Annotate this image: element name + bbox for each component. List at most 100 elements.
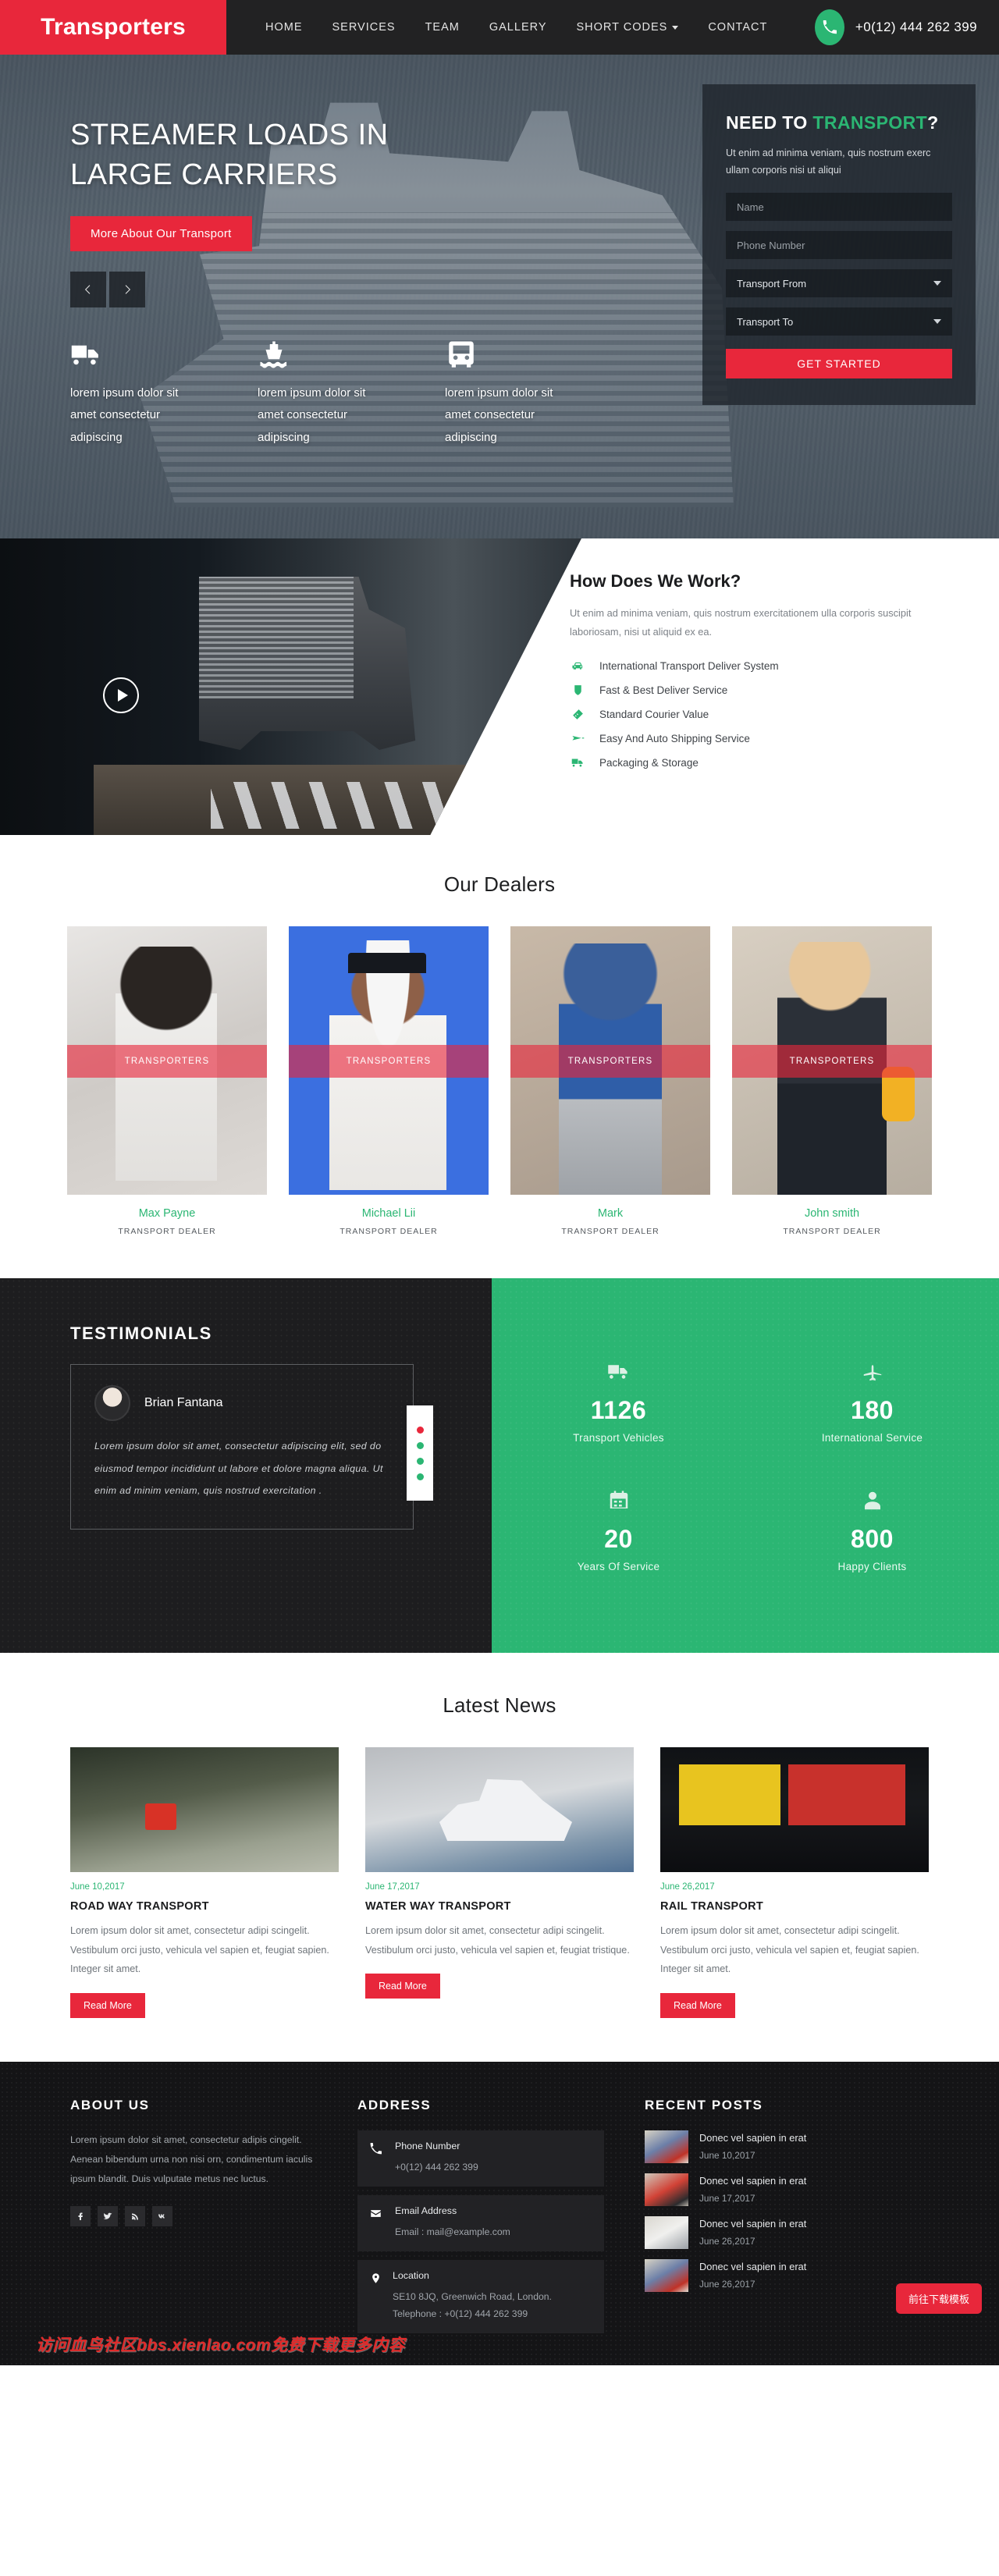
play-icon — [117, 689, 128, 702]
hero-feature-truck-text: lorem ipsum dolor sit amet consectetur a… — [70, 386, 179, 444]
dealer-card[interactable]: TRANSPORTERS Michael Lii TRANSPORT DEALE… — [289, 926, 489, 1236]
footer-post-title: Donec vel sapien in erat — [699, 2218, 807, 2230]
footer-post-item[interactable]: Donec vel sapien in erat June 26,2017 — [645, 2258, 918, 2292]
news-excerpt: Lorem ipsum dolor sit amet, consectetur … — [660, 1925, 919, 1975]
nav-item-home[interactable]: HOME — [265, 20, 303, 34]
nav-item-contact[interactable]: CONTACT — [708, 20, 767, 34]
dealer-band-label: TRANSPORTERS — [789, 1057, 875, 1066]
user-icon — [745, 1487, 999, 1514]
footer-post-item[interactable]: Donec vel sapien in erat June 26,2017 — [645, 2215, 918, 2249]
nav-item-team[interactable]: TEAM — [425, 20, 460, 34]
work-item-packaging: Packaging & Storage — [570, 756, 929, 769]
footer-post-thumbnail — [645, 2173, 688, 2206]
dealer-card[interactable]: TRANSPORTERS John smith TRANSPORT DEALER — [732, 926, 932, 1236]
footer-email-block: Email Address Email : mail@example.com — [357, 2194, 604, 2252]
dealer-card[interactable]: TRANSPORTERS Mark TRANSPORT DEALER — [510, 926, 710, 1236]
ship-icon — [258, 334, 445, 371]
nav-link-short-codes[interactable]: SHORT CODES — [577, 21, 679, 34]
work-item-standard-courier: Standard Courier Value — [570, 708, 929, 721]
footer-phone-block: Phone Number +0(12) 444 262 399 — [357, 2130, 604, 2187]
testimonial-dot-1[interactable] — [416, 1426, 424, 1434]
news-card[interactable]: June 10,2017 ROAD WAY TRANSPORT Lorem ip… — [70, 1747, 339, 2018]
facebook-icon[interactable] — [70, 2205, 91, 2226]
work-item-label: Easy And Auto Shipping Service — [599, 733, 750, 745]
slider-prev-button[interactable] — [70, 271, 106, 307]
map-pin-icon — [370, 2270, 382, 2322]
testimonials-panel: TESTIMONIALS Brian Fantana Lorem ipsum d… — [0, 1278, 492, 1653]
footer-social-links — [70, 2205, 317, 2226]
footer-about-heading: ABOUT US — [70, 2097, 150, 2112]
hero-feature-ship-text: lorem ipsum dolor sit amet consectetur a… — [258, 386, 366, 444]
nav-item-gallery[interactable]: GALLERY — [489, 20, 547, 34]
footer-post-text: Donec vel sapien in erat June 26,2017 — [699, 2218, 806, 2247]
news-thumbnail — [365, 1747, 634, 1872]
work-item-list: International Transport Deliver System F… — [570, 659, 929, 769]
slider-next-button[interactable] — [109, 271, 145, 307]
nav-link-gallery[interactable]: GALLERY — [489, 21, 547, 34]
dealer-name: Mark — [597, 1207, 624, 1220]
vk-icon[interactable] — [152, 2205, 172, 2226]
header-phone[interactable]: +0(12) 444 262 399 — [814, 0, 999, 55]
play-video-button[interactable] — [103, 677, 139, 713]
dealer-photo: TRANSPORTERS — [289, 926, 489, 1195]
stat-label: Transport Vehicles — [573, 1432, 664, 1444]
dealer-band-label: TRANSPORTERS — [346, 1057, 432, 1066]
footer-about-text: Lorem ipsum dolor sit amet, consectetur … — [70, 2134, 313, 2184]
work-item-international: International Transport Deliver System — [570, 659, 929, 673]
footer-block-value: Email : mail@example.com — [395, 2226, 510, 2237]
dealer-card[interactable]: TRANSPORTERS Max Payne TRANSPORT DEALER — [67, 926, 267, 1236]
nav-item-short-codes[interactable]: SHORT CODES — [577, 20, 679, 34]
nav-link-team[interactable]: TEAM — [425, 21, 460, 34]
dealer-band-label: TRANSPORTERS — [567, 1057, 653, 1066]
quote-form-title: NEED TO TRANSPORT? — [726, 112, 952, 133]
quote-title-suffix: ? — [927, 112, 939, 133]
quote-name-input[interactable] — [726, 193, 952, 222]
footer-posts-heading: RECENT POSTS — [645, 2097, 763, 2112]
dealer-role: TRANSPORT DEALER — [340, 1227, 438, 1236]
logo[interactable]: Transporters — [0, 0, 226, 55]
news-card[interactable]: June 26,2017 RAIL TRANSPORT Lorem ipsum … — [660, 1747, 929, 2018]
dealer-name: Max Payne — [138, 1207, 196, 1220]
quote-form-card: NEED TO TRANSPORT? Ut enim ad minima ven… — [702, 84, 976, 406]
quote-submit-button[interactable]: GET STARTED — [726, 349, 952, 379]
work-item-fast-best: Fast & Best Deliver Service — [570, 684, 929, 697]
footer-post-thumbnail — [645, 2258, 688, 2292]
nav-link-home[interactable]: HOME — [265, 21, 303, 34]
quote-transport-to-select[interactable]: Transport To — [726, 307, 952, 336]
read-more-button[interactable]: Read More — [70, 1992, 145, 2018]
read-more-button[interactable]: Read More — [660, 1992, 735, 2018]
footer-post-item[interactable]: Donec vel sapien in erat June 17,2017 — [645, 2173, 918, 2206]
testimonial-quote: Lorem ipsum dolor sit amet, consectetur … — [94, 1441, 383, 1497]
testimonial-dot-2[interactable] — [416, 1441, 424, 1449]
rss-icon[interactable] — [125, 2205, 145, 2226]
stat-label: International Service — [821, 1432, 923, 1444]
footer-post-item[interactable]: Donec vel sapien in erat June 10,2017 — [645, 2130, 918, 2163]
twitter-icon[interactable] — [98, 2205, 118, 2226]
stat-international-service: 180 International Service — [745, 1337, 999, 1466]
download-template-button[interactable]: 前往下载模板 — [895, 2283, 982, 2315]
stat-label: Years Of Service — [577, 1561, 660, 1572]
hero-cta-button[interactable]: More About Our Transport — [70, 215, 252, 251]
footer-block-title: Phone Number — [395, 2140, 460, 2151]
nav-link-contact[interactable]: CONTACT — [708, 21, 767, 34]
read-more-button[interactable]: Read More — [365, 1974, 440, 1999]
hero-title: STREAMER LOADS IN LARGE CARRIERS — [70, 115, 554, 196]
dealer-band: TRANSPORTERS — [732, 1045, 932, 1078]
phone-icon — [814, 9, 844, 45]
testimonial-dot-4[interactable] — [416, 1473, 424, 1480]
testimonial-dot-3[interactable] — [416, 1457, 424, 1465]
footer-grid: ABOUT US Lorem ipsum dolor sit amet, con… — [70, 2098, 929, 2342]
quote-phone-input[interactable] — [726, 231, 952, 260]
footer-container: ABOUT US Lorem ipsum dolor sit amet, con… — [70, 2098, 929, 2342]
hero-title-line-2: LARGE CARRIERS — [70, 158, 338, 192]
nav-link-services[interactable]: SERVICES — [332, 21, 396, 34]
news-card[interactable]: June 17,2017 WATER WAY TRANSPORT Lorem i… — [365, 1747, 634, 2018]
tag-icon — [570, 708, 585, 721]
quote-form-subtitle: Ut enim ad minima veniam, quis nostrum e… — [726, 147, 931, 176]
quote-transport-from-select[interactable]: Transport From — [726, 269, 952, 298]
testimonial-author: Brian Fantana — [144, 1396, 223, 1409]
nav-item-services[interactable]: SERVICES — [332, 20, 396, 34]
dealer-photo: TRANSPORTERS — [67, 926, 267, 1195]
nav-list: HOME SERVICES TEAM GALLERY SHORT CODES C… — [265, 20, 767, 34]
footer-block-value: SE10 8JQ, Greenwich Road, London. Teleph… — [393, 2291, 552, 2319]
